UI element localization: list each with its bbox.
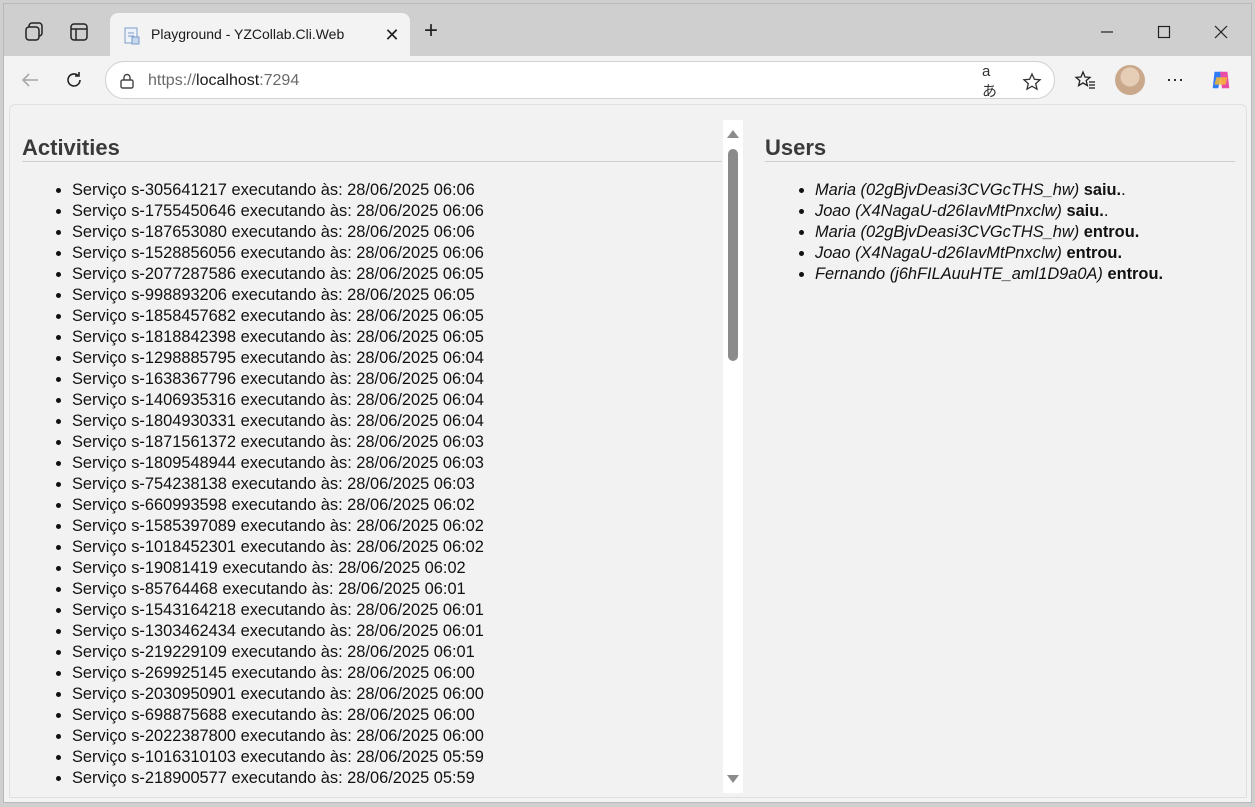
user-item: Maria (02gBjvDeasi3CVGcTHS_hw) entrou. (815, 222, 1163, 243)
activity-item: Serviço s-1528856056 executando às: 28/0… (72, 243, 484, 264)
page-content: Activities Serviço s-305641217 executand… (9, 104, 1247, 798)
activity-item: Serviço s-698875688 executando às: 28/06… (72, 705, 484, 726)
activities-list: Serviço s-305641217 executando às: 28/06… (72, 180, 484, 789)
activity-item: Serviço s-1585397089 executando às: 28/0… (72, 516, 484, 537)
activity-item: Serviço s-1818842398 executando às: 28/0… (72, 327, 484, 348)
user-name: Maria (02gBjvDeasi3CVGcTHS_hw) (815, 223, 1080, 241)
plus-icon[interactable]: + (419, 19, 443, 44)
user-name: Fernando (j6hFILAuuHTE_aml1D9a0A) (815, 265, 1103, 283)
copilot-icon[interactable] (1209, 68, 1233, 92)
user-name: Joao (X4NagaU-d26IavMtPnxclw) (815, 202, 1062, 220)
tab-title: Playground - YZCollab.Cli.Web (151, 26, 345, 42)
activity-item: Serviço s-1298885795 executando às: 28/0… (72, 348, 484, 369)
tab-strip: Playground - YZCollab.Cli.Web ✕ + (4, 4, 1251, 56)
activity-item: Serviço s-660993598 executando às: 28/06… (72, 495, 484, 516)
users-panel: Users Maria (02gBjvDeasi3CVGcTHS_hw) sai… (765, 105, 1235, 797)
activity-item: Serviço s-1755450646 executando às: 28/0… (72, 201, 484, 222)
window-close-icon[interactable] (1206, 18, 1236, 46)
read-aloud-icon[interactable]: aあ (982, 63, 1004, 100)
activity-item: Serviço s-1303462434 executando às: 28/0… (72, 621, 484, 642)
activity-item: Serviço s-187653080 executando às: 28/06… (72, 222, 484, 243)
activity-item: Serviço s-1809548944 executando às: 28/0… (72, 453, 484, 474)
users-divider (765, 161, 1235, 162)
user-action: entrou. (1066, 244, 1122, 262)
activity-item: Serviço s-218900577 executando às: 28/06… (72, 768, 484, 789)
users-title: Users (765, 135, 827, 160)
activities-panel: Activities Serviço s-305641217 executand… (22, 105, 722, 797)
browser-toolbar: https://localhost:7294 aあ ⋯ (4, 56, 1251, 104)
page-favicon-icon (123, 27, 141, 45)
favorites-icon[interactable] (1073, 68, 1097, 92)
activity-item: Serviço s-85764468 executando às: 28/06/… (72, 579, 484, 600)
activity-item: Serviço s-219229109 executando às: 28/06… (72, 642, 484, 663)
activity-item: Serviço s-1638367796 executando às: 28/0… (72, 369, 484, 390)
activity-item: Serviço s-754238138 executando às: 28/06… (72, 474, 484, 495)
avatar[interactable] (1115, 65, 1145, 95)
user-action-suffix: . (1121, 181, 1126, 199)
maximize-icon[interactable] (1149, 18, 1179, 46)
activity-item: Serviço s-1406935316 executando às: 28/0… (72, 390, 484, 411)
activity-item: Serviço s-2022387800 executando às: 28/0… (72, 726, 484, 747)
users-list: Maria (02gBjvDeasi3CVGcTHS_hw) saiu..Joa… (815, 180, 1163, 285)
activities-divider (22, 161, 722, 162)
url-port: :7294 (259, 72, 300, 89)
activity-item: Serviço s-305641217 executando às: 28/06… (72, 180, 484, 201)
activities-scrollbar[interactable] (723, 120, 743, 793)
activity-item: Serviço s-1858457682 executando às: 28/0… (72, 306, 484, 327)
activity-item: Serviço s-1543164218 executando às: 28/0… (72, 600, 484, 621)
user-name: Maria (02gBjvDeasi3CVGcTHS_hw) (815, 181, 1080, 199)
user-action: entrou. (1107, 265, 1164, 283)
activity-item: Serviço s-1871561372 executando às: 28/0… (72, 432, 484, 453)
url-text[interactable]: https://localhost:7294 (148, 72, 299, 90)
activity-item: Serviço s-2030950901 executando às: 28/0… (72, 684, 484, 705)
lock-icon[interactable] (118, 72, 136, 90)
scroll-down-arrow-icon[interactable] (727, 775, 739, 783)
user-item: Fernando (j6hFILAuuHTE_aml1D9a0A) entrou… (815, 264, 1163, 285)
activity-item: Serviço s-1018452301 executando às: 28/0… (72, 537, 484, 558)
user-item: Joao (X4NagaU-d26IavMtPnxclw) saiu.. (815, 201, 1163, 222)
activities-title: Activities (22, 135, 120, 160)
activity-item: Serviço s-2077287586 executando às: 28/0… (72, 264, 484, 285)
user-action: entrou. (1083, 223, 1140, 241)
activity-item: Serviço s-998893206 executando às: 28/06… (72, 285, 484, 306)
close-icon[interactable]: ✕ (382, 25, 402, 45)
more-icon[interactable]: ⋯ (1163, 68, 1187, 92)
user-item: Maria (02gBjvDeasi3CVGcTHS_hw) saiu.. (815, 180, 1163, 201)
scroll-thumb[interactable] (728, 149, 738, 361)
user-action: saiu. (1083, 181, 1122, 199)
tab-actions-icon[interactable] (67, 20, 91, 44)
back-arrow-icon[interactable] (18, 68, 42, 92)
user-action: saiu. (1066, 202, 1104, 220)
user-name: Joao (X4NagaU-d26IavMtPnxclw) (815, 244, 1062, 262)
workspaces-icon[interactable] (22, 20, 46, 44)
user-item: Joao (X4NagaU-d26IavMtPnxclw) entrou. (815, 243, 1163, 264)
minimize-icon[interactable] (1092, 18, 1122, 46)
activity-item: Serviço s-1016310103 executando às: 28/0… (72, 747, 484, 768)
refresh-icon[interactable] (62, 68, 86, 92)
star-icon[interactable] (1021, 71, 1043, 93)
user-action-suffix: . (1103, 202, 1109, 220)
url-host: localhost (196, 72, 260, 89)
activity-item: Serviço s-1804930331 executando às: 28/0… (72, 411, 484, 432)
url-protocol: https:// (148, 72, 197, 89)
activity-item: Serviço s-269925145 executando às: 28/06… (72, 663, 484, 684)
address-bar[interactable]: https://localhost:7294 aあ (105, 61, 1055, 100)
tab-playground[interactable]: Playground - YZCollab.Cli.Web ✕ (110, 13, 410, 56)
activity-item: Serviço s-19081419 executando às: 28/06/… (72, 558, 484, 579)
scroll-up-arrow-icon[interactable] (727, 130, 739, 138)
browser-window: Playground - YZCollab.Cli.Web ✕ + https:… (3, 3, 1252, 803)
